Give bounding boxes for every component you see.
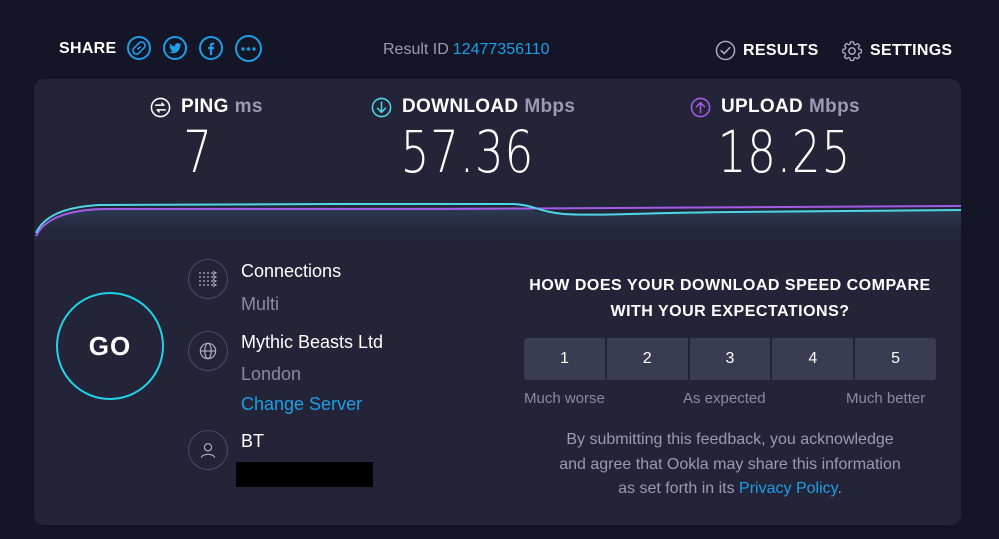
ping-label: PING: [181, 96, 229, 117]
results-label: RESULTS: [743, 41, 819, 59]
result-id-value[interactable]: 12477356110: [453, 41, 550, 58]
download-unit: Mbps: [524, 96, 576, 117]
ping-icon: [150, 97, 171, 117]
upload-value: 18.25: [717, 118, 852, 186]
go-button[interactable]: GO: [56, 292, 164, 400]
result-id: Result ID 12477356110: [383, 41, 550, 59]
redacted-ip: [236, 462, 373, 487]
connections-icon: [188, 259, 228, 299]
rating-scale: 1 2 3 4 5: [524, 338, 936, 380]
isp-name: BT: [241, 431, 265, 451]
upload-header: UPLOAD Mbps: [690, 96, 860, 118]
download-icon: [371, 97, 392, 117]
twitter-icon[interactable]: [163, 36, 187, 60]
disclaimer-line2: and agree that Ookla may share this info…: [559, 455, 901, 473]
user-icon: [188, 430, 228, 470]
gear-icon: [842, 41, 862, 62]
upload-label: UPLOAD: [721, 96, 804, 117]
download-value: 57.36: [400, 118, 535, 186]
feedback-question-line1: HOW DOES YOUR DOWNLOAD SPEED COMPARE: [529, 277, 931, 294]
rating-button-2[interactable]: 2: [606, 338, 688, 380]
rating-button-5[interactable]: 5: [855, 338, 936, 380]
link-icon[interactable]: [127, 36, 151, 60]
ping-header: PING ms: [150, 96, 263, 118]
disclaimer-suffix: .: [837, 480, 842, 497]
rating-button-3[interactable]: 3: [689, 338, 771, 380]
check-circle-icon: [715, 40, 736, 61]
feedback-question: HOW DOES YOUR DOWNLOAD SPEED COMPARE WIT…: [500, 273, 960, 325]
more-icon[interactable]: [235, 35, 262, 62]
upload-icon: [690, 97, 711, 117]
scale-high-label: Much better: [846, 390, 926, 407]
download-label: DOWNLOAD: [402, 96, 519, 117]
facebook-icon[interactable]: [199, 36, 223, 60]
feedback-disclaimer: By submitting this feedback, you acknowl…: [520, 428, 940, 502]
speed-graph: [35, 203, 961, 250]
results-button[interactable]: RESULTS: [715, 40, 819, 61]
change-server-link[interactable]: Change Server: [241, 394, 362, 415]
share-label: SHARE: [59, 40, 117, 57]
disclaimer-prefix: as set forth in its: [618, 480, 735, 497]
rating-button-1[interactable]: 1: [524, 338, 605, 380]
upload-unit: Mbps: [809, 96, 860, 117]
privacy-policy-link[interactable]: Privacy Policy: [739, 480, 837, 497]
server-name: Mythic Beasts Ltd: [241, 332, 384, 352]
server-location: London: [241, 364, 302, 384]
scale-low-label: Much worse: [524, 390, 605, 407]
disclaimer-line3: as set forth in its Privacy Policy.: [520, 477, 940, 502]
download-header: DOWNLOAD Mbps: [371, 96, 575, 118]
connections-title: Connections: [241, 261, 342, 281]
scale-mid-label: As expected: [683, 390, 766, 407]
ping-unit: ms: [234, 96, 263, 117]
rating-button-4[interactable]: 4: [772, 338, 854, 380]
disclaimer-line1: By submitting this feedback, you acknowl…: [566, 431, 894, 448]
connections-value[interactable]: Multi: [241, 294, 279, 315]
settings-button[interactable]: SETTINGS: [841, 40, 952, 62]
globe-icon: [188, 331, 228, 371]
result-id-label: Result ID: [383, 41, 449, 58]
settings-label: SETTINGS: [870, 42, 953, 59]
feedback-question-line2: WITH YOUR EXPECTATIONS?: [610, 303, 850, 320]
ping-value: 7: [183, 118, 213, 186]
